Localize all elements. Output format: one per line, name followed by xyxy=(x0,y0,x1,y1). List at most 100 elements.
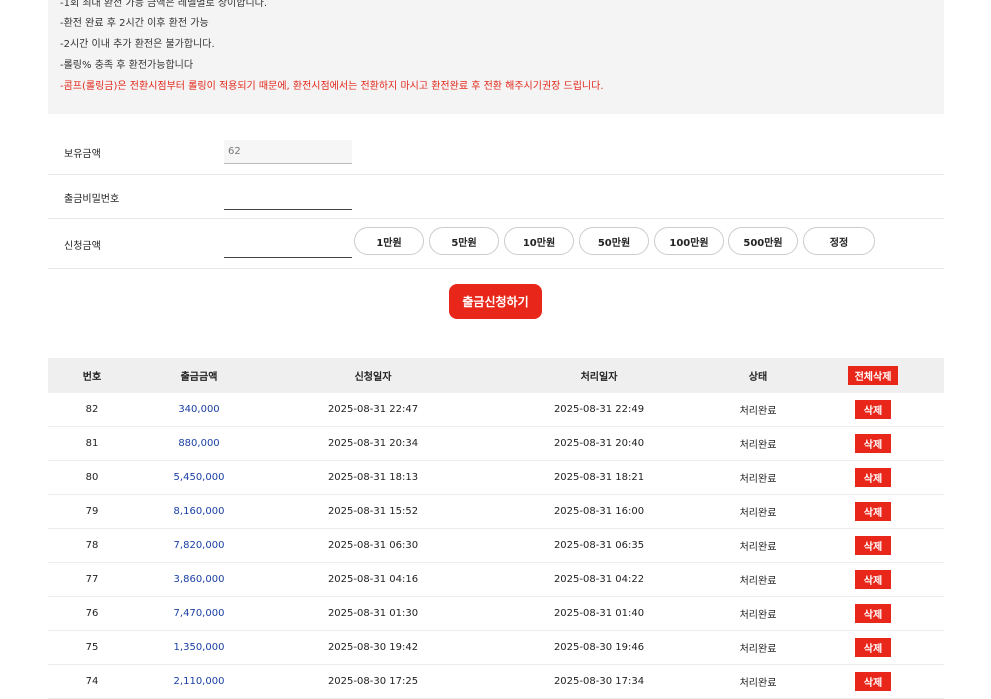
row-status: 처리완료 xyxy=(739,644,777,655)
table-row: 75 1,350,000 2025-08-30 19:42 2025-08-30… xyxy=(48,631,944,665)
amount-label: 신청금액 xyxy=(64,241,101,252)
notice-warning: -콤프(롤링금)은 전환시점부터 롤링이 적용되기 때문에, 환전시점에서는 전… xyxy=(60,81,604,92)
row-no: 76 xyxy=(85,608,99,619)
row-amount: 880,000 xyxy=(178,438,220,449)
delete-button[interactable]: 삭제 xyxy=(854,502,892,521)
row-delete-cell: 삭제 xyxy=(802,393,944,426)
submit-withdrawal-button[interactable]: 출금신청하기 xyxy=(449,284,542,319)
amount-row: 신청금액 1만원 5만원 10만원 50만원 100만원 500만원 정정 xyxy=(48,219,944,269)
withdrawal-history-table: 번호 출금금액 신청일자 처리일자 상태 전체삭제 82 340,000 202… xyxy=(48,358,944,699)
delete-button[interactable]: 삭제 xyxy=(854,434,892,453)
row-amount: 7,820,000 xyxy=(173,540,225,551)
notice-line: -환전 완료 후 2시간 이후 환전 가능 xyxy=(60,18,209,29)
row-request-date: 2025-08-31 22:47 xyxy=(327,404,419,415)
row-delete-cell: 삭제 xyxy=(802,529,944,562)
row-request-date: 2025-08-31 01:30 xyxy=(327,608,419,619)
table-row: 78 7,820,000 2025-08-31 06:30 2025-08-31… xyxy=(48,529,944,563)
header-no: 번호 xyxy=(82,372,102,383)
row-delete-cell: 삭제 xyxy=(802,495,944,528)
row-amount: 340,000 xyxy=(178,404,220,415)
row-request-date: 2025-08-31 15:52 xyxy=(327,506,419,517)
row-amount: 5,450,000 xyxy=(173,472,225,483)
delete-button[interactable]: 삭제 xyxy=(854,604,892,623)
table-row: 76 7,470,000 2025-08-31 01:30 2025-08-31… xyxy=(48,597,944,631)
quick-amount-button[interactable]: 50만원 xyxy=(579,227,649,255)
row-amount: 3,860,000 xyxy=(173,574,225,585)
delete-button[interactable]: 삭제 xyxy=(854,570,892,589)
row-processed-date: 2025-08-31 18:21 xyxy=(553,472,645,483)
row-status: 처리완료 xyxy=(739,406,777,417)
row-no: 80 xyxy=(85,472,99,483)
table-row: 80 5,450,000 2025-08-31 18:13 2025-08-31… xyxy=(48,461,944,495)
password-row: 출금비밀번호 xyxy=(48,175,944,219)
row-delete-cell: 삭제 xyxy=(802,427,944,460)
row-delete-cell: 삭제 xyxy=(802,563,944,596)
row-status: 처리완료 xyxy=(739,508,777,519)
row-amount: 7,470,000 xyxy=(173,608,225,619)
header-amount: 출금금액 xyxy=(180,372,218,383)
amount-input[interactable] xyxy=(224,234,352,258)
table-row: 81 880,000 2025-08-31 20:34 2025-08-31 2… xyxy=(48,427,944,461)
row-delete-cell: 삭제 xyxy=(802,631,944,664)
quick-amount-button[interactable]: 100만원 xyxy=(654,227,724,255)
row-delete-cell: 삭제 xyxy=(802,597,944,630)
row-processed-date: 2025-08-31 16:00 xyxy=(553,506,645,517)
row-request-date: 2025-08-31 18:13 xyxy=(327,472,419,483)
row-status: 처리완료 xyxy=(739,542,777,553)
delete-button[interactable]: 삭제 xyxy=(854,400,892,419)
header-request-date: 신청일자 xyxy=(354,372,392,383)
password-label: 출금비밀번호 xyxy=(64,194,120,205)
reset-amount-button[interactable]: 정정 xyxy=(803,227,875,255)
row-status: 처리완료 xyxy=(739,678,777,689)
table-row: 77 3,860,000 2025-08-31 04:16 2025-08-31… xyxy=(48,563,944,597)
row-no: 81 xyxy=(85,438,99,449)
row-status: 처리완료 xyxy=(739,610,777,621)
row-no: 75 xyxy=(85,642,99,653)
quick-amount-button[interactable]: 5만원 xyxy=(429,227,499,255)
table-header: 번호 출금금액 신청일자 처리일자 상태 전체삭제 xyxy=(48,358,944,393)
row-processed-date: 2025-08-31 04:22 xyxy=(553,574,645,585)
row-processed-date: 2025-08-30 17:34 xyxy=(553,676,645,687)
table-row: 79 8,160,000 2025-08-31 15:52 2025-08-31… xyxy=(48,495,944,529)
row-processed-date: 2025-08-31 01:40 xyxy=(553,608,645,619)
row-no: 74 xyxy=(85,676,99,687)
balance-field[interactable] xyxy=(224,140,352,164)
row-processed-date: 2025-08-31 22:49 xyxy=(553,404,645,415)
balance-row: 보유금액 xyxy=(48,130,944,175)
header-processed-date: 처리일자 xyxy=(580,372,618,383)
quick-amount-button[interactable]: 10만원 xyxy=(504,227,574,255)
row-request-date: 2025-08-30 17:25 xyxy=(327,676,419,687)
row-amount: 8,160,000 xyxy=(173,506,225,517)
row-status: 처리완료 xyxy=(739,474,777,485)
row-no: 79 xyxy=(85,506,99,517)
delete-button[interactable]: 삭제 xyxy=(854,468,892,487)
quick-amount-button[interactable]: 1만원 xyxy=(354,227,424,255)
table-row: 82 340,000 2025-08-31 22:47 2025-08-31 2… xyxy=(48,393,944,427)
withdrawal-password-input[interactable] xyxy=(224,186,352,210)
row-request-date: 2025-08-31 06:30 xyxy=(327,540,419,551)
row-delete-cell: 삭제 xyxy=(802,665,944,698)
row-status: 처리완료 xyxy=(739,440,777,451)
delete-button[interactable]: 삭제 xyxy=(854,638,892,657)
header-delete-all-cell: 전체삭제 xyxy=(802,358,944,393)
row-no: 82 xyxy=(85,404,99,415)
withdrawal-form: 보유금액 출금비밀번호 신청금액 1만원 5만원 10만원 50만원 100만원… xyxy=(48,130,944,269)
row-request-date: 2025-08-30 19:42 xyxy=(327,642,419,653)
quick-amount-button[interactable]: 500만원 xyxy=(728,227,798,255)
row-amount: 2,110,000 xyxy=(173,676,225,687)
row-processed-date: 2025-08-31 06:35 xyxy=(553,540,645,551)
row-processed-date: 2025-08-30 19:46 xyxy=(553,642,645,653)
delete-button[interactable]: 삭제 xyxy=(854,536,892,555)
delete-button[interactable]: 삭제 xyxy=(854,672,892,691)
notice-line: -1회 최대 환전 가능 금액은 레벨별로 상이합니다. xyxy=(60,0,268,9)
row-amount: 1,350,000 xyxy=(173,642,225,653)
header-status: 상태 xyxy=(748,372,768,383)
row-status: 처리완료 xyxy=(739,576,777,587)
row-request-date: 2025-08-31 20:34 xyxy=(327,438,419,449)
row-processed-date: 2025-08-31 20:40 xyxy=(553,438,645,449)
delete-all-button[interactable]: 전체삭제 xyxy=(847,366,899,385)
notice-line: -2시간 이내 추가 환전은 불가합니다. xyxy=(60,39,215,50)
notice-line: -롤링% 충족 후 환전가능합니다 xyxy=(60,60,194,71)
row-delete-cell: 삭제 xyxy=(802,461,944,494)
row-request-date: 2025-08-31 04:16 xyxy=(327,574,419,585)
